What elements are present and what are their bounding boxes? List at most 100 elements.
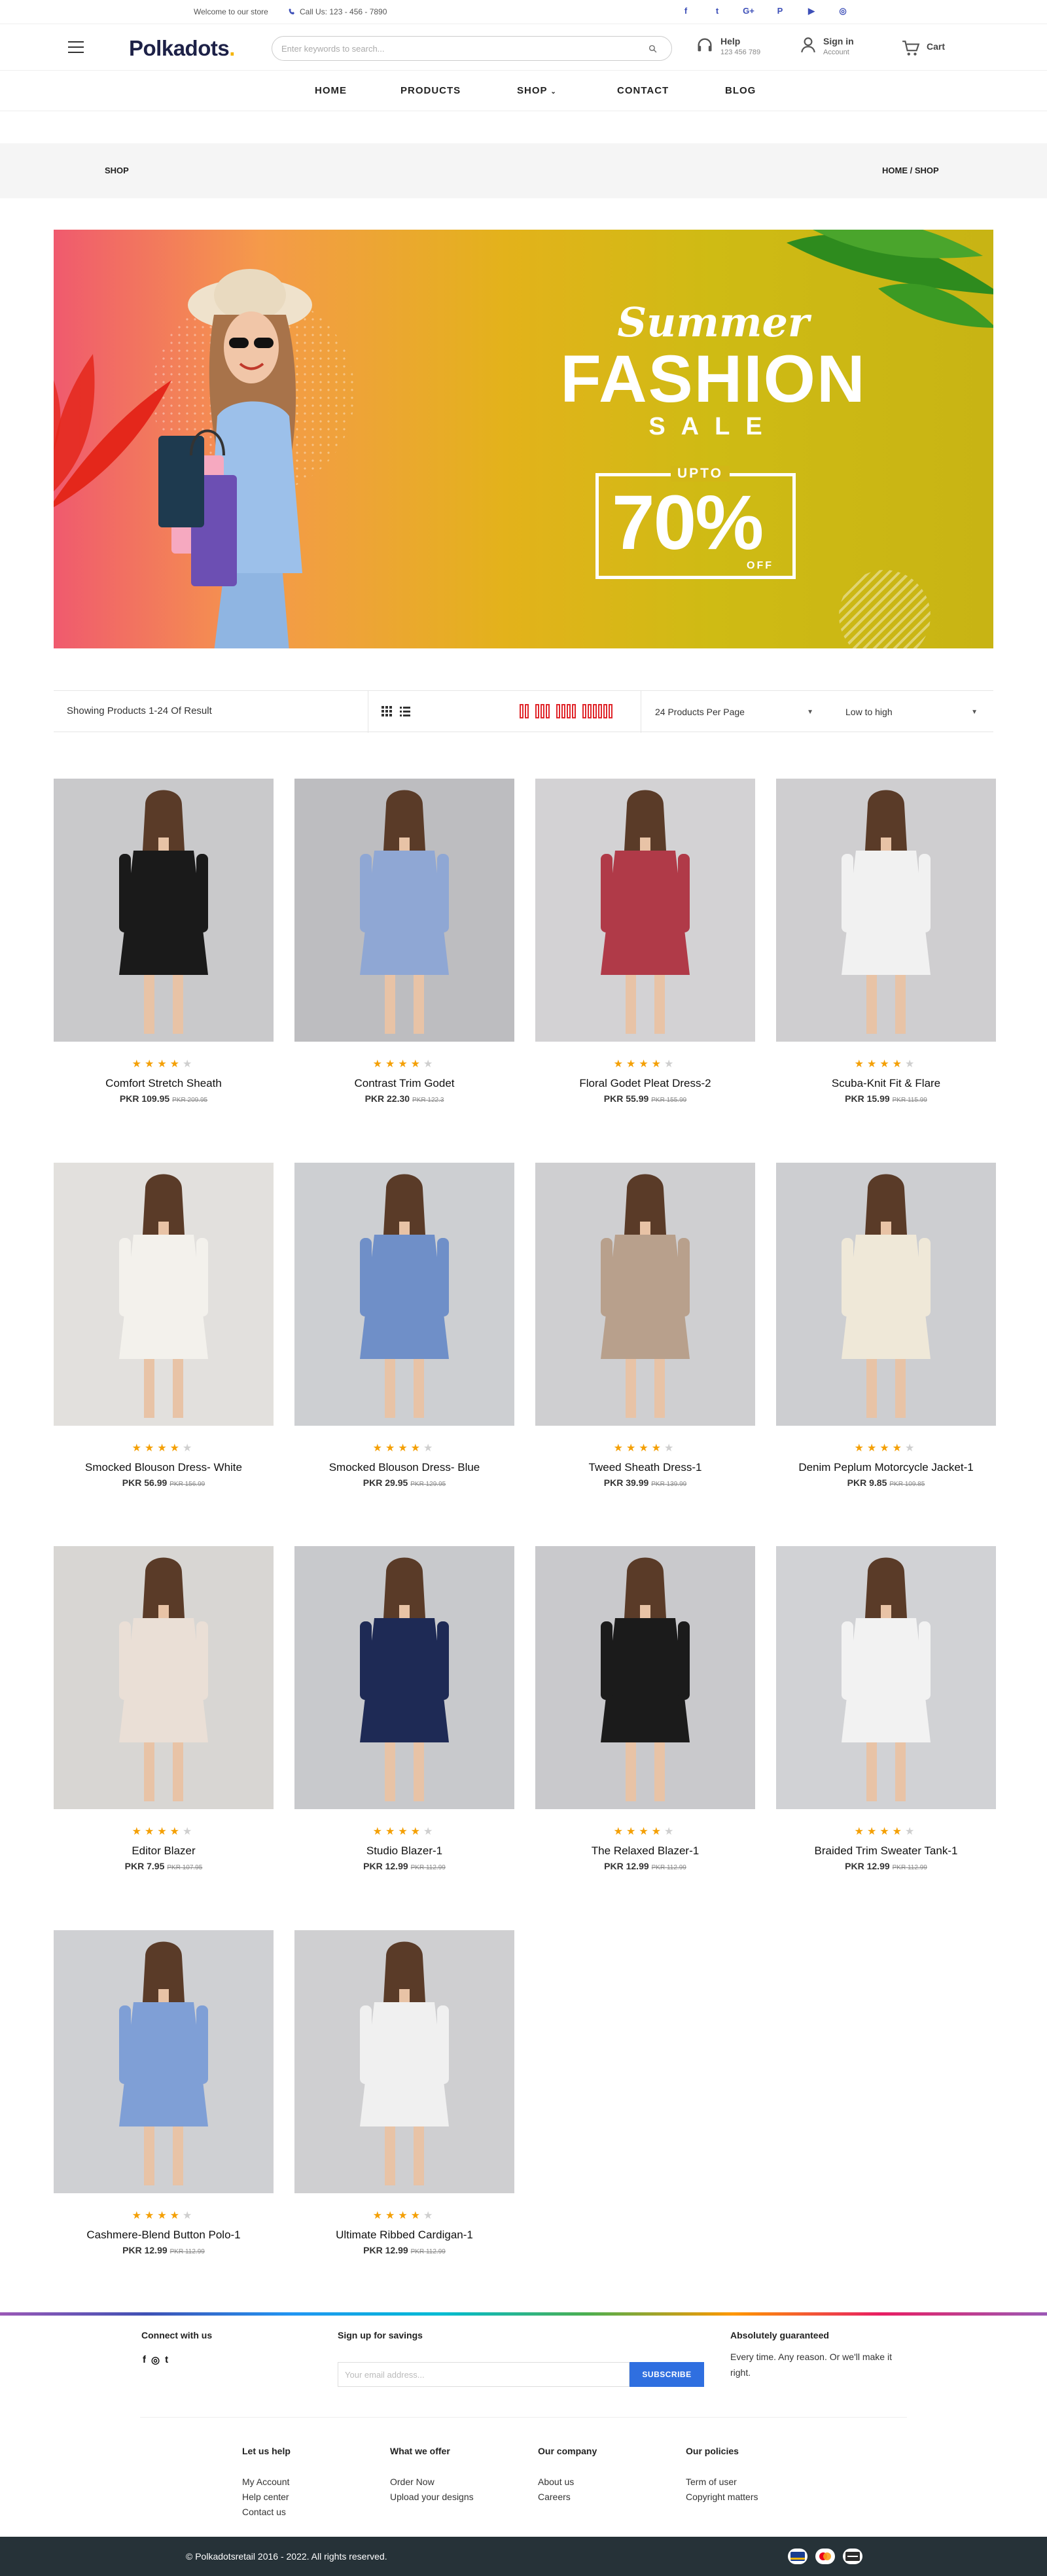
product-name[interactable]: Tweed Sheath Dress-1 — [535, 1461, 755, 1474]
product-card[interactable]: ★★★★★ Cashmere-Blend Button Polo-1 PKR 12.… — [54, 1930, 274, 2255]
site-logo[interactable]: Polkadots. — [129, 36, 235, 61]
youtube-icon[interactable]: ▶ — [796, 6, 827, 16]
instagram-icon[interactable]: ◎ — [827, 6, 859, 16]
footer-column-title: Our policies — [686, 2446, 739, 2456]
cart-link[interactable]: Cart — [902, 40, 945, 57]
newsletter-email-input[interactable] — [338, 2362, 630, 2387]
product-card[interactable]: ★★★★★ Floral Godet Pleat Dress-2 PKR 55.99… — [535, 779, 755, 1104]
banner-summer: Summer — [617, 298, 809, 346]
product-name[interactable]: Ultimate Ribbed Cardigan-1 — [294, 2229, 514, 2242]
product-name[interactable]: Denim Peplum Motorcycle Jacket-1 — [776, 1461, 996, 1474]
product-card[interactable]: ★★★★★ Denim Peplum Motorcycle Jacket-1 PKR… — [776, 1163, 996, 1488]
product-price: PKR 56.99 PKR 156.99 — [54, 1477, 274, 1488]
footer-link[interactable]: About us — [538, 2477, 574, 2487]
product-card[interactable]: ★★★★★ Smocked Blouson Dress- White PKR 56.… — [54, 1163, 274, 1488]
original-price: PKR 115.99 — [892, 1097, 927, 1104]
product-image[interactable] — [294, 1163, 514, 1426]
product-card[interactable]: ★★★★★ Braided Trim Sweater Tank-1 PKR 12.9… — [776, 1546, 996, 1871]
original-price: PKR 112.99 — [651, 1864, 686, 1871]
product-name[interactable]: Scuba-Knit Fit & Flare — [776, 1077, 996, 1090]
product-name[interactable]: Cashmere-Blend Button Polo-1 — [54, 2229, 274, 2242]
original-price: PKR 112.99 — [410, 2248, 446, 2255]
three-column-button[interactable] — [535, 704, 550, 718]
list-view-icon[interactable] — [399, 705, 411, 717]
facebook-icon[interactable]: f — [670, 6, 701, 16]
footer-link[interactable]: Upload your designs — [390, 2492, 474, 2502]
promo-banner[interactable]: Summer FASHION SALE UPTO 70% OFF — [54, 230, 993, 648]
nav-blog[interactable]: BLOG — [725, 85, 756, 96]
pinterest-icon[interactable]: P — [764, 6, 796, 16]
subscribe-button[interactable]: SUBSCRIBE — [630, 2362, 704, 2387]
product-card[interactable]: ★★★★★ Ultimate Ribbed Cardigan-1 PKR 12.99… — [294, 1930, 514, 2255]
product-image[interactable] — [294, 1546, 514, 1809]
product-image[interactable] — [54, 779, 274, 1042]
product-card[interactable]: ★★★★★ Contrast Trim Godet PKR 22.30 PKR 122… — [294, 779, 514, 1104]
nav-products[interactable]: PRODUCTS — [400, 85, 461, 96]
nav-home[interactable]: HOME — [315, 85, 347, 96]
product-image[interactable] — [535, 779, 755, 1042]
nav-shop[interactable]: SHOP ⌄ — [517, 85, 557, 96]
product-name[interactable]: Braided Trim Sweater Tank-1 — [776, 1844, 996, 1858]
star-empty-icon: ★ — [183, 1826, 196, 1837]
product-card[interactable]: ★★★★★ Scuba-Knit Fit & Flare PKR 15.99 PKR … — [776, 779, 996, 1104]
four-column-button[interactable] — [556, 704, 576, 718]
footer-link[interactable]: Term of user — [686, 2477, 737, 2487]
product-name[interactable]: Smocked Blouson Dress- White — [54, 1461, 274, 1474]
google-plus-icon[interactable]: G+ — [733, 6, 764, 16]
product-image[interactable] — [776, 779, 996, 1042]
instagram-icon[interactable]: ◎ — [151, 2354, 160, 2366]
product-name[interactable]: Studio Blazer-1 — [294, 1844, 514, 1858]
sort-select[interactable]: Low to high ▼ — [836, 700, 985, 724]
menu-icon[interactable] — [68, 41, 84, 53]
product-image[interactable] — [535, 1546, 755, 1809]
grid-view-icon[interactable] — [381, 705, 393, 717]
six-column-button[interactable] — [582, 704, 612, 718]
product-card[interactable]: ★★★★★ Studio Blazer-1 PKR 12.99 PKR 112.99 — [294, 1546, 514, 1871]
product-image[interactable] — [294, 1930, 514, 2193]
product-name[interactable]: Smocked Blouson Dress- Blue — [294, 1461, 514, 1474]
footer-link[interactable]: My Account — [242, 2477, 289, 2487]
product-image[interactable] — [535, 1163, 755, 1426]
product-image[interactable] — [776, 1163, 996, 1426]
signin-link[interactable]: Sign in Account — [800, 36, 854, 56]
logo-dot: . — [229, 36, 235, 60]
product-card[interactable]: ★★★★★ Tweed Sheath Dress-1 PKR 39.99 PKR 13… — [535, 1163, 755, 1488]
product-card[interactable]: ★★★★★ Smocked Blouson Dress- Blue PKR 29.9… — [294, 1163, 514, 1488]
per-page-select[interactable]: 24 Products Per Page ▼ — [646, 700, 821, 724]
footer-link[interactable]: Help center — [242, 2492, 289, 2502]
product-card[interactable]: ★★★★★ Comfort Stretch Sheath PKR 109.95 PKR… — [54, 779, 274, 1104]
product-card[interactable]: ★★★★★ Editor Blazer PKR 7.95 PKR 107.95 — [54, 1546, 274, 1871]
product-name[interactable]: Contrast Trim Godet — [294, 1077, 514, 1090]
star-filled-icon: ★★★★ — [372, 1443, 424, 1454]
product-name[interactable]: Editor Blazer — [54, 1844, 274, 1858]
product-image[interactable] — [54, 1930, 274, 2193]
product-card[interactable]: ★★★★★ The Relaxed Blazer-1 PKR 12.99 PKR 11… — [535, 1546, 755, 1871]
product-name[interactable]: The Relaxed Blazer-1 — [535, 1844, 755, 1858]
footer-link[interactable]: Copyright matters — [686, 2492, 758, 2502]
product-name[interactable]: Comfort Stretch Sheath — [54, 1077, 274, 1090]
product-image[interactable] — [54, 1163, 274, 1426]
search-button[interactable] — [643, 39, 662, 58]
chevron-down-icon: ▼ — [971, 708, 978, 716]
product-image[interactable] — [54, 1546, 274, 1809]
help-link[interactable]: Help 123 456 789 — [696, 36, 760, 56]
product-image[interactable] — [294, 779, 514, 1042]
star-empty-icon: ★ — [423, 1443, 436, 1454]
product-name[interactable]: Floral Godet Pleat Dress-2 — [535, 1077, 755, 1090]
two-column-button[interactable] — [520, 704, 529, 718]
footer-link[interactable]: Contact us — [242, 2507, 286, 2517]
star-rating: ★★★★★ — [294, 2209, 514, 2222]
twitter-icon[interactable]: t — [701, 6, 733, 16]
discount-box: UPTO 70% OFF — [595, 466, 796, 579]
banner-off: OFF — [747, 560, 773, 571]
nav-contact[interactable]: CONTACT — [617, 85, 669, 96]
search-input[interactable] — [281, 43, 643, 54]
product-image[interactable] — [776, 1546, 996, 1809]
footer-link[interactable]: Order Now — [390, 2477, 435, 2487]
breadcrumb-trail[interactable]: HOME / SHOP — [882, 166, 939, 175]
sale-price: PKR 109.95 — [119, 1093, 170, 1104]
twitter-icon[interactable]: t — [165, 2354, 168, 2366]
footer-link[interactable]: Careers — [538, 2492, 571, 2502]
facebook-icon[interactable]: f — [143, 2354, 146, 2366]
original-price: PKR 209.95 — [172, 1097, 208, 1104]
